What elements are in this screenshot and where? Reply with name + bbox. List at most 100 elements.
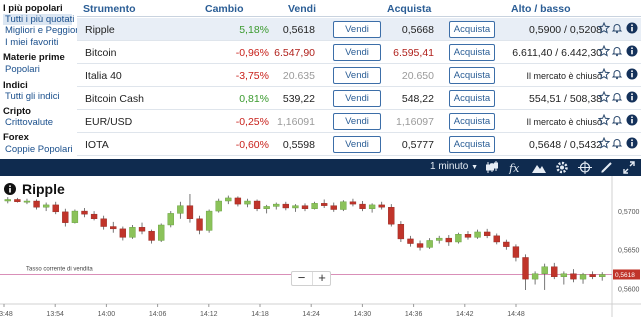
favorite-star-icon[interactable] xyxy=(598,137,610,151)
favorite-star-icon[interactable] xyxy=(598,114,610,128)
sell-price: 6.547,90 xyxy=(274,47,315,59)
info-icon[interactable] xyxy=(626,137,638,151)
candle-body xyxy=(186,205,194,220)
candle-body xyxy=(62,211,69,223)
alert-bell-icon[interactable] xyxy=(611,114,623,128)
candle-body xyxy=(205,210,213,231)
buy-price: 6.595,41 xyxy=(393,47,434,59)
table-row[interactable]: Bitcoin Cash 0,81% 539,22 Vendi 548,22 Acquis… xyxy=(77,87,641,110)
candle-body xyxy=(560,273,568,277)
col-header-highlow[interactable]: Alto / basso xyxy=(511,3,571,15)
info-icon[interactable] xyxy=(4,182,16,195)
candle-body xyxy=(225,197,232,202)
y-tick-label: 0,5700 xyxy=(618,209,640,216)
candle-body xyxy=(167,213,174,226)
candle-body xyxy=(292,205,299,209)
sidebar-item[interactable]: Migliori e Peggiori xyxy=(3,25,81,36)
x-tick-label: 14:30 xyxy=(354,311,372,317)
alert-bell-icon[interactable] xyxy=(611,91,623,105)
sidebar-item[interactable]: Popolari xyxy=(3,64,72,75)
price-chart[interactable]: Ripple 0,5700 0,5650 0,5600 13:48 13:54 14:00… xyxy=(0,176,641,317)
candle-body xyxy=(215,200,222,212)
alert-bell-icon[interactable] xyxy=(611,22,623,36)
candle-body xyxy=(33,200,40,208)
candle-body xyxy=(52,204,59,213)
col-header-buy[interactable]: Acquista xyxy=(387,3,431,15)
table-row[interactable]: IOTA -0,60% 0,5598 Vendi 0,5777 Acquista 0,564… xyxy=(77,133,641,156)
candlestick-type-icon[interactable] xyxy=(485,161,499,174)
buy-price: 548,22 xyxy=(401,93,434,105)
candlestick-plot: 0,5700 0,5650 0,5600 13:48 13:54 14:00 14:06 14… xyxy=(0,176,641,317)
candle-body xyxy=(426,240,433,248)
candle-body xyxy=(579,274,587,280)
x-tick-label: 14:24 xyxy=(302,311,320,317)
sell-price: 539,22 xyxy=(282,93,315,105)
x-tick-label: 14:12 xyxy=(200,311,218,317)
y-tick-label: 0,5650 xyxy=(618,248,640,255)
info-icon[interactable] xyxy=(626,45,638,59)
candle-body xyxy=(388,207,395,225)
fullscreen-icon[interactable] xyxy=(622,161,636,174)
chart-title: Ripple xyxy=(22,181,65,197)
interval-selector[interactable]: 1 minuto ▼ xyxy=(430,161,478,172)
table-row[interactable]: EUR/USD -0,25% 1,16091 Vendi 1,16097 Acquista… xyxy=(77,110,641,133)
alert-bell-icon[interactable] xyxy=(611,45,623,59)
favorite-star-icon[interactable] xyxy=(598,68,610,82)
zoom-in-button[interactable]: + xyxy=(312,271,331,285)
instrument-name: Italia 40 xyxy=(85,70,122,82)
info-icon[interactable] xyxy=(626,68,638,82)
sidebar-item[interactable]: Coppie Popolari xyxy=(3,144,73,155)
sidebar-item[interactable]: I miei favoriti xyxy=(3,37,72,48)
info-icon[interactable] xyxy=(626,22,638,36)
table-row[interactable]: Ripple 5,18% 0,5618 Vendi 0,5668 Acquista 0,59… xyxy=(77,18,641,41)
candle-body xyxy=(110,226,117,230)
candle-body xyxy=(81,210,88,215)
x-tick-label: 14:36 xyxy=(405,311,423,317)
x-tick-label: 14:48 xyxy=(507,311,525,317)
candle-body xyxy=(455,234,462,243)
draw-tool-icon[interactable] xyxy=(600,161,614,174)
sidebar-section-title: Cripto xyxy=(3,106,31,117)
candle-body xyxy=(23,200,31,203)
candle-body xyxy=(416,243,424,248)
candle-body xyxy=(349,201,357,205)
zoom-out-button[interactable]: − xyxy=(292,271,311,285)
instrument-name: Bitcoin Cash xyxy=(85,93,144,105)
info-icon[interactable] xyxy=(626,114,638,128)
candle-body xyxy=(359,203,366,209)
category-sidebar: I più popolari Tutti i più quotati Miglior… xyxy=(0,0,81,160)
table-row[interactable]: Bitcoin -0,96% 6.547,90 Vendi 6.595,41 Acquis… xyxy=(77,41,641,64)
col-header-sell[interactable]: Vendi xyxy=(288,3,316,15)
candle-body xyxy=(71,210,79,223)
candle-body xyxy=(244,200,251,205)
high-low-value: Il mercato è chiuso xyxy=(526,117,602,127)
candle-body xyxy=(436,237,443,241)
x-tick-label: 14:42 xyxy=(456,311,474,317)
mountain-chart-icon[interactable] xyxy=(532,161,546,174)
sidebar-item[interactable]: Crittovalute xyxy=(3,117,72,128)
indicators-fx-icon[interactable]: fx xyxy=(508,161,522,174)
alert-bell-icon[interactable] xyxy=(611,137,623,151)
candle-body xyxy=(4,199,11,202)
candle-body xyxy=(321,203,328,206)
favorite-star-icon[interactable] xyxy=(598,91,610,105)
candle-body xyxy=(599,274,606,278)
col-header-change[interactable]: Cambio xyxy=(205,3,244,15)
table-row[interactable]: Italia 40 -3,75% 20.635 Vendi 20.650 Acquista… xyxy=(77,64,641,87)
buy-price: 20.650 xyxy=(401,70,434,82)
favorite-star-icon[interactable] xyxy=(598,22,610,36)
sidebar-item[interactable]: Tutti i più quotati xyxy=(3,14,74,25)
sidebar-item[interactable]: Tutti gli indici xyxy=(3,91,72,102)
sidebar-section-title: Forex xyxy=(3,132,29,143)
gear-icon[interactable] xyxy=(555,161,569,174)
candle-body xyxy=(474,231,481,238)
sell-price: 0,5618 xyxy=(282,24,315,36)
alert-bell-icon[interactable] xyxy=(611,68,623,82)
crosshair-icon[interactable] xyxy=(578,161,592,174)
candle-body xyxy=(330,205,337,210)
current-rate-label: Tasso corrente di vendita xyxy=(26,266,93,272)
info-icon[interactable] xyxy=(626,91,638,105)
favorite-star-icon[interactable] xyxy=(598,45,610,59)
col-header-instrument[interactable]: Strumento xyxy=(83,3,136,15)
candle-body xyxy=(397,224,405,240)
